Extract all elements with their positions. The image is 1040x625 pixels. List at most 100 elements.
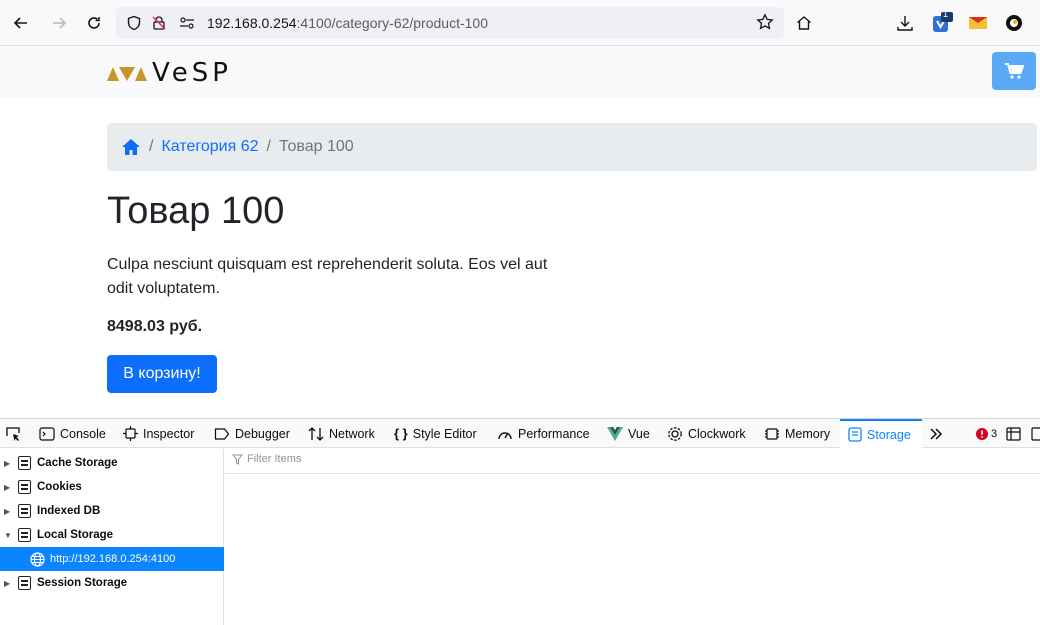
product-title: Товар 100 (107, 190, 285, 232)
element-picker-button[interactable] (5, 419, 21, 448)
tab-label: Inspector (143, 426, 195, 441)
insecure-lock-icon (152, 16, 166, 30)
tree-item-cache-storage[interactable]: ▶ Cache Storage (0, 451, 224, 475)
tab-style-editor[interactable]: { } Style Editor (394, 419, 477, 448)
url-bar[interactable]: 192.168.0.254:4100/category-62/product-1… (116, 7, 784, 39)
storage-icon (848, 427, 862, 442)
extension-badge: 1 (943, 9, 949, 19)
tree-item-indexed-db[interactable]: ▶ Indexed DB (0, 499, 224, 523)
tab-label: Network (329, 426, 375, 441)
error-count-button[interactable]: 3 (976, 419, 997, 448)
reload-button[interactable] (82, 11, 106, 35)
tab-label: Storage (867, 427, 911, 442)
tree-item-label: Cookies (37, 481, 82, 493)
storage-icon (18, 576, 31, 590)
tree-item-label: Indexed DB (37, 505, 101, 517)
devtools-tab-bar: Console Inspector Debugger Network { } S… (0, 419, 1040, 448)
globe-icon (30, 551, 45, 567)
storage-tree: ▶ Cache Storage ▶ Cookies ▶ Indexed DB ▼… (0, 449, 224, 625)
devtools-options-button[interactable] (1031, 419, 1040, 448)
console-icon (39, 426, 55, 441)
style-editor-icon: { } (394, 426, 408, 441)
memory-icon (765, 427, 779, 440)
tab-label: Memory (785, 426, 831, 441)
home-button[interactable] (792, 11, 816, 35)
tree-item-session-storage[interactable]: ▶ Session Storage (0, 571, 224, 595)
tab-label: Performance (518, 426, 590, 441)
tree-item-origin[interactable]: http://192.168.0.254:4100 (0, 547, 224, 571)
site-header: VeSP (0, 46, 1040, 98)
downloads-button[interactable] (893, 11, 917, 35)
error-icon (976, 427, 988, 440)
more-tabs-button[interactable] (929, 419, 943, 448)
browser-toolbar: 192.168.0.254:4100/category-62/product-1… (0, 0, 1040, 46)
tab-label: Console (60, 426, 106, 441)
filter-icon (232, 454, 243, 465)
storage-icon (18, 456, 31, 470)
tab-debugger[interactable]: Debugger (214, 419, 290, 448)
shield-icon (127, 15, 141, 31)
expand-arrow-icon[interactable]: ▶ (4, 579, 14, 588)
mail-extension-icon (969, 17, 987, 29)
vue-icon (607, 426, 623, 441)
tab-storage[interactable]: Storage (840, 419, 922, 448)
storage-icon (18, 480, 31, 494)
tab-performance[interactable]: Performance (497, 419, 590, 448)
arrow-left-icon (13, 17, 27, 29)
filter-placeholder: Filter Items (247, 453, 302, 465)
chevrons-right-icon (930, 427, 943, 440)
arrow-right-icon (53, 17, 67, 29)
tree-item-label: Local Storage (37, 529, 114, 541)
debugger-icon (214, 427, 230, 440)
storage-icon (18, 504, 31, 518)
element-picker-icon (6, 426, 20, 441)
extension-button-2[interactable] (966, 11, 990, 35)
cart-button[interactable] (992, 52, 1036, 90)
logo-text[interactable]: VeSP (152, 58, 232, 88)
storage-icon (18, 528, 31, 542)
product-description: Culpa nesciunt quisquam est reprehenderi… (107, 256, 548, 297)
vpn-extension-icon (1006, 15, 1022, 31)
tab-inspector[interactable]: Inspector (123, 419, 194, 448)
expand-arrow-icon[interactable]: ▶ (4, 483, 14, 492)
tab-console[interactable]: Console (39, 419, 106, 448)
url-text: 192.168.0.254:4100/category-62/product-1… (207, 15, 488, 31)
url-host: 192.168.0.254 (207, 15, 297, 31)
network-icon (308, 426, 324, 441)
collapse-arrow-icon[interactable]: ▼ (4, 531, 14, 540)
cart-icon (1005, 63, 1024, 79)
inspector-icon (123, 426, 138, 441)
responsive-design-icon (1006, 426, 1021, 441)
tree-item-label: Session Storage (37, 577, 128, 589)
tab-label: Debugger (235, 426, 290, 441)
tree-item-cookies[interactable]: ▶ Cookies (0, 475, 224, 499)
forward-button[interactable] (47, 11, 71, 35)
dock-icon (1031, 426, 1040, 441)
tab-vue[interactable]: Vue (607, 419, 650, 448)
expand-arrow-icon[interactable]: ▶ (4, 459, 14, 468)
extension-button-3[interactable] (1002, 11, 1026, 35)
tree-item-local-storage[interactable]: ▼ Local Storage (0, 523, 224, 547)
tab-network[interactable]: Network (308, 419, 375, 448)
bookmark-star-icon[interactable] (756, 13, 774, 31)
add-to-cart-button[interactable]: В корзину! (107, 355, 217, 393)
performance-icon (498, 431, 512, 439)
tab-clockwork[interactable]: Clockwork (667, 419, 746, 448)
home-icon[interactable] (121, 138, 141, 156)
tab-label: Clockwork (688, 426, 746, 441)
breadcrumb-separator: / (149, 138, 154, 155)
extension-button-1[interactable]: 1 (930, 9, 954, 35)
expand-arrow-icon[interactable]: ▶ (4, 507, 14, 516)
breadcrumb-separator: / (266, 138, 271, 155)
responsive-mode-button[interactable] (1006, 419, 1022, 448)
back-button[interactable] (9, 11, 33, 35)
tab-memory[interactable]: Memory (764, 419, 830, 448)
divider (225, 473, 1040, 474)
breadcrumb-category-link[interactable]: Категория 62 (161, 138, 258, 156)
logo-mark-icon[interactable] (107, 63, 147, 83)
reload-icon (88, 17, 100, 29)
tab-label: Vue (628, 426, 650, 441)
download-icon (897, 16, 913, 31)
devtools-panel: Console Inspector Debugger Network { } S… (0, 418, 1040, 625)
filter-items-input[interactable]: Filter Items (232, 453, 301, 465)
